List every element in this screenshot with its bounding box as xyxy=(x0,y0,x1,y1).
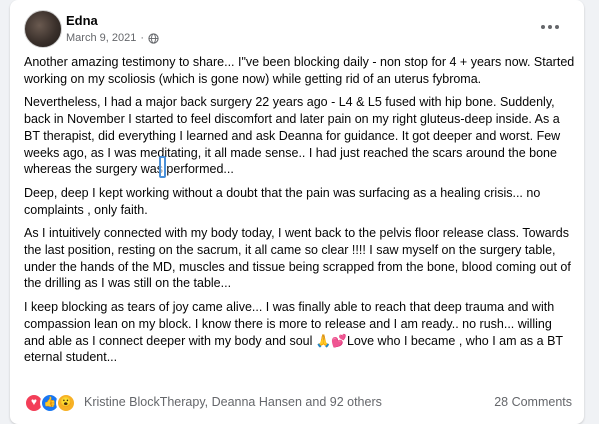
reaction-icons[interactable]: ♥ 👍 😮 xyxy=(24,393,76,413)
post-paragraph: I keep blocking as tears of joy came ali… xyxy=(24,300,563,365)
globe-icon[interactable] xyxy=(148,32,159,44)
post-header: Edna March 9, 2021 · xyxy=(24,10,570,48)
post-date[interactable]: March 9, 2021 xyxy=(66,32,136,44)
post-paragraph: As I intuitively connected with my body … xyxy=(24,226,571,291)
post-footer: ♥ 👍 😮 Kristine BlockTherapy, Deanna Hans… xyxy=(24,390,572,414)
post-paragraph: Deep, deep I kept working without a doub… xyxy=(24,185,541,217)
separator-dot: · xyxy=(140,32,144,44)
comments-link[interactable]: 28 Comments xyxy=(494,395,572,409)
post-paragraph: Nevertheless, I had a major back surgery… xyxy=(24,95,561,177)
post-body: Another amazing testimony to share... I"… xyxy=(24,54,576,373)
post-paragraph: Another amazing testimony to share... I"… xyxy=(24,55,575,86)
reactors-link[interactable]: Kristine BlockTherapy, Deanna Hansen and… xyxy=(84,395,382,409)
more-options-icon[interactable] xyxy=(536,16,564,38)
post-meta: March 9, 2021 · xyxy=(66,32,159,44)
wow-reaction-icon: 😮 xyxy=(56,393,76,413)
post-card: Edna March 9, 2021 · Another amazing tes… xyxy=(10,0,584,424)
avatar[interactable] xyxy=(24,10,62,48)
author-name[interactable]: Edna xyxy=(66,13,98,28)
text-cursor-icon xyxy=(159,156,166,178)
